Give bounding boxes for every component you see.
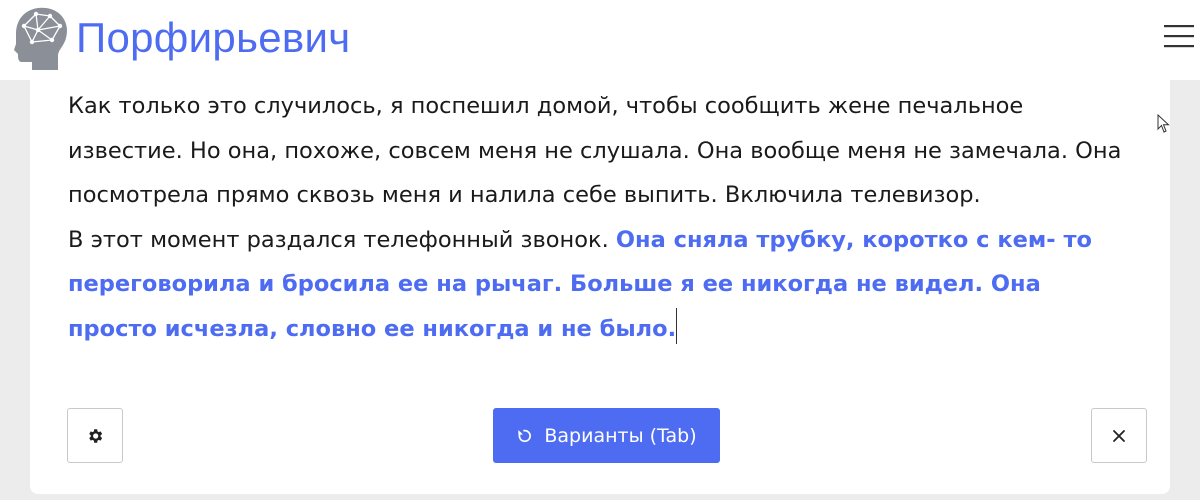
hamburger-menu-icon[interactable] xyxy=(1156,16,1200,56)
brain-head-logo[interactable] xyxy=(8,4,70,74)
brand-title[interactable]: Порфирьевич xyxy=(76,12,350,64)
variants-label: Варианты (Tab) xyxy=(544,424,697,447)
refresh-icon xyxy=(518,429,532,442)
variants-button[interactable]: Варианты (Tab) xyxy=(493,408,720,463)
user-text: Как только это случилось, я поспешил дом… xyxy=(68,93,1122,208)
text-editor[interactable]: Как только это случилось, я поспешил дом… xyxy=(68,84,1130,351)
editor-card: Как только это случилось, я поспешил дом… xyxy=(30,80,1170,494)
user-text: В этот момент раздался телефонный звонок… xyxy=(68,226,609,253)
close-icon xyxy=(1113,429,1125,442)
close-button[interactable] xyxy=(1091,408,1147,463)
mouse-pointer-icon xyxy=(1157,114,1170,133)
app-page: Порфирьевич Как только это случилось, я … xyxy=(0,0,1200,500)
settings-button[interactable] xyxy=(67,408,123,463)
text-caret xyxy=(676,307,678,344)
gear-icon xyxy=(89,428,103,443)
header: Порфирьевич xyxy=(0,0,1200,80)
